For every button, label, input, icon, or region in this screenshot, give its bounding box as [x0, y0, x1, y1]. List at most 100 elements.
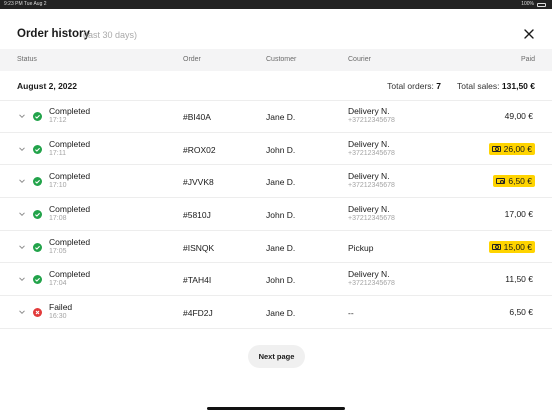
table-row[interactable]: Completed 17:04 #TAH4I John D. Delivery …	[0, 263, 552, 297]
status-label: Completed	[49, 138, 91, 149]
paid-value: 6,50 €	[508, 176, 532, 187]
paid-amount: 6,50 €	[493, 175, 535, 188]
cash-icon	[496, 178, 506, 185]
customer-name: Jane D.	[266, 242, 296, 253]
day-date: August 2, 2022	[17, 81, 77, 91]
total-sales: Total sales: 131,50 €	[457, 81, 535, 91]
paid-value: 49,00 €	[504, 111, 533, 121]
paid-value: 26,00 €	[503, 143, 532, 154]
courier-name: Delivery N.	[348, 106, 390, 116]
day-totals: Total orders: 7 Total sales: 131,50 €	[387, 81, 535, 91]
order-id: #ROX02	[183, 144, 216, 155]
order-history-sheet: Order history (last 30 days) Status Orde…	[0, 9, 552, 414]
total-sales-value: 131,50 €	[501, 81, 535, 91]
order-time: 16:30	[49, 313, 67, 321]
table-row[interactable]: Completed 17:05 #ISNQK Jane D. Pickup 15…	[0, 231, 552, 264]
column-status: Status	[17, 56, 37, 63]
column-paid: Paid	[520, 56, 535, 63]
order-time: 17:05	[49, 247, 67, 255]
paid-amount: 49,00 €	[503, 110, 535, 122]
column-order: Order	[183, 56, 201, 63]
paid-value: 11,50 €	[505, 274, 533, 285]
chevron-down-icon[interactable]	[18, 308, 26, 316]
order-id: #BI40A	[183, 112, 211, 122]
customer-name: John D.	[266, 210, 296, 221]
courier-phone: +37212345678	[348, 215, 395, 223]
chevron-down-icon[interactable]	[18, 177, 26, 185]
check-circle-icon	[33, 177, 42, 187]
paid-amount: 11,50 €	[503, 273, 535, 285]
order-time: 17:08	[49, 215, 67, 223]
next-page-button[interactable]: Next page	[248, 345, 305, 368]
order-time: 17:12	[49, 117, 67, 124]
chevron-down-icon[interactable]	[18, 145, 26, 153]
chevron-down-icon[interactable]	[18, 243, 26, 251]
courier-phone: +37212345678	[348, 149, 395, 157]
table-row[interactable]: Failed 16:30 #4FD2J Jane D. -- 6,50 €	[0, 296, 552, 329]
courier-phone: +37212345678	[348, 182, 395, 190]
total-orders: Total orders: 7	[387, 81, 441, 91]
status-label: Completed	[49, 171, 91, 182]
cash-icon	[491, 145, 501, 152]
check-circle-icon	[33, 275, 42, 285]
table-row[interactable]: Completed 17:08 #5810J John D. Delivery …	[0, 198, 552, 231]
total-orders-label: Total orders:	[387, 81, 434, 91]
page-subtitle: (last 30 days)	[83, 30, 138, 40]
status-bar-indicators: 100%	[521, 0, 546, 9]
close-button[interactable]	[522, 27, 536, 41]
column-customer: Customer	[266, 56, 297, 63]
order-id: #ISNQK	[183, 242, 215, 253]
customer-name: Jane D.	[266, 177, 296, 188]
table-row[interactable]: Completed 17:10 #JVVK8 Jane D. Delivery …	[0, 165, 552, 199]
paid-value: 6,50 €	[509, 307, 533, 318]
close-icon	[524, 29, 534, 39]
status-label: Completed	[49, 236, 91, 247]
chevron-down-icon[interactable]	[18, 275, 26, 283]
order-id: #5810J	[183, 210, 211, 221]
order-id: #JVVK8	[183, 177, 214, 188]
column-courier: Courier	[348, 56, 371, 63]
paid-amount: 15,00 €	[488, 240, 535, 253]
courier-phone: +37212345678	[348, 117, 395, 124]
orders-table: Completed 17:12 #BI40A Jane D. Delivery …	[0, 100, 552, 329]
check-circle-icon	[33, 144, 42, 154]
check-circle-icon	[33, 210, 42, 220]
courier-name: --	[348, 308, 354, 319]
paid-value: 15,00 €	[503, 241, 532, 252]
table-row[interactable]: Completed 17:12 #BI40A Jane D. Delivery …	[0, 100, 552, 133]
paid-amount: 6,50 €	[507, 306, 535, 318]
order-time: 17:11	[49, 149, 66, 157]
table-header: Status Order Customer Courier Paid	[0, 49, 552, 71]
order-id: #TAH4I	[183, 275, 212, 286]
customer-name: Jane D.	[266, 112, 296, 122]
customer-name: Jane D.	[266, 308, 296, 319]
chevron-down-icon[interactable]	[18, 210, 26, 218]
paid-value: 17,00 €	[504, 209, 533, 220]
paid-amount: 17,00 €	[503, 208, 535, 220]
courier-name: Delivery N.	[348, 138, 390, 149]
customer-name: John D.	[266, 144, 296, 155]
table-row[interactable]: Completed 17:11 #ROX02 John D. Delivery …	[0, 133, 552, 166]
courier-name: Pickup	[348, 242, 374, 253]
total-sales-label: Total sales:	[457, 81, 500, 91]
order-id: #4FD2J	[183, 308, 213, 319]
courier-name: Delivery N.	[348, 171, 390, 182]
chevron-down-icon[interactable]	[18, 112, 26, 120]
total-orders-value: 7	[436, 81, 441, 91]
status-label: Failed	[49, 302, 73, 313]
order-time: 17:04	[49, 280, 67, 288]
courier-phone: +37212345678	[348, 280, 395, 288]
home-indicator[interactable]	[207, 407, 345, 410]
status-label: Completed	[49, 269, 91, 280]
check-circle-icon	[33, 112, 42, 121]
battery-icon	[537, 2, 546, 7]
day-summary-row: August 2, 2022 Total orders: 7 Total sal…	[0, 71, 552, 101]
customer-name: John D.	[266, 275, 296, 286]
status-bar-time: 9:23 PM Tue Aug 2	[4, 1, 47, 7]
system-status-bar: 9:23 PM Tue Aug 2 100%	[0, 0, 552, 9]
courier-name: Delivery N.	[348, 269, 390, 280]
cash-icon	[491, 243, 501, 250]
page-title: Order history	[17, 28, 90, 40]
order-time: 17:10	[49, 182, 67, 190]
x-circle-icon	[33, 308, 42, 318]
